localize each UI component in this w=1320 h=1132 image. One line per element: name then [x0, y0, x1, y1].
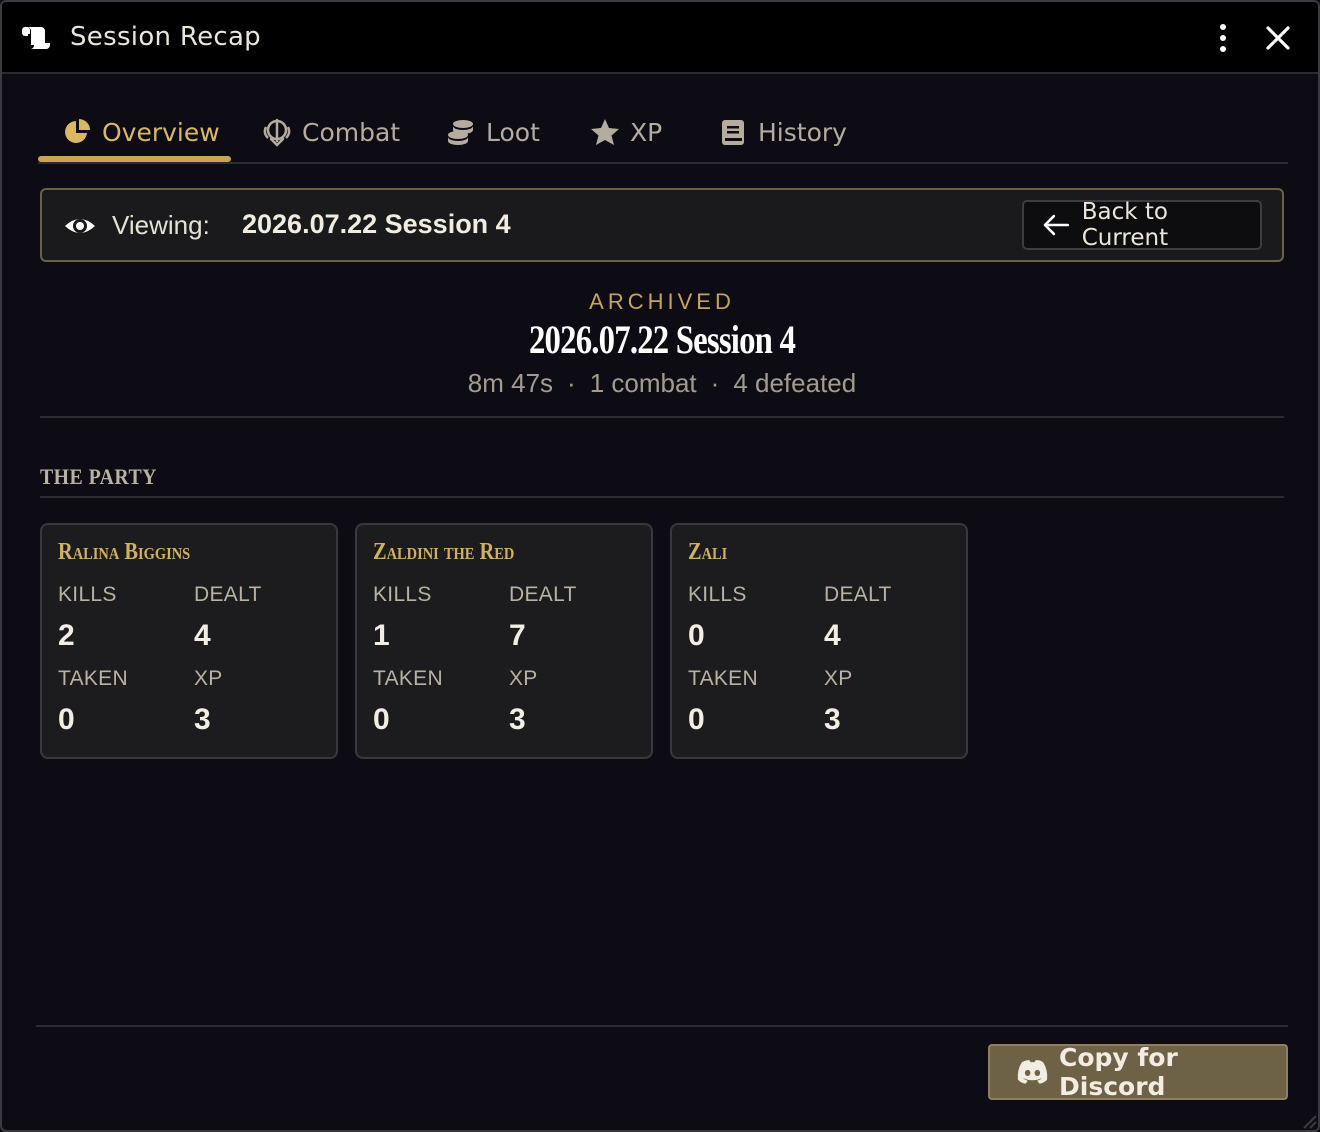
- xp-label: XP: [824, 667, 853, 690]
- taken-label: TAKEN: [373, 667, 443, 690]
- kills-label: KILLS: [688, 583, 747, 606]
- active-tab-indicator: [38, 156, 231, 162]
- tab-label: History: [758, 117, 847, 147]
- crossed-swords-icon: [263, 118, 291, 147]
- dealt-value: 4: [824, 619, 841, 652]
- party-member-card: Zaldini the Red KILLS DEALT 1 7 TAKEN XP…: [355, 523, 653, 759]
- session-duration: 8m 47s: [467, 368, 554, 398]
- copy-for-discord-label: Copy for Discord: [1059, 1043, 1178, 1101]
- tab-bar: Overview Combat Loot XP History: [38, 102, 1288, 164]
- eye-icon: [65, 219, 95, 233]
- arrow-left-icon: [1043, 214, 1070, 236]
- back-to-current-label: Back to Current: [1081, 199, 1169, 251]
- discord-icon: [1017, 1060, 1048, 1084]
- kills-value: 2: [58, 619, 75, 652]
- taken-value: 0: [58, 703, 75, 736]
- taken-label: TAKEN: [58, 667, 128, 690]
- divider: [40, 416, 1284, 418]
- xp-value: 3: [824, 703, 841, 736]
- close-icon[interactable]: [1262, 22, 1294, 54]
- party-heading: THE PARTY: [40, 464, 157, 489]
- coins-icon: [448, 120, 473, 145]
- title-bar: Session Recap: [2, 2, 1318, 74]
- kills-label: KILLS: [373, 583, 432, 606]
- taken-value: 0: [373, 703, 390, 736]
- kills-label: KILLS: [58, 583, 117, 606]
- back-to-current-button[interactable]: Back to Current: [1022, 199, 1262, 251]
- dealt-label: DEALT: [824, 583, 892, 606]
- copy-for-discord-button[interactable]: Copy for Discord: [988, 1043, 1288, 1101]
- session-combats: 1 combat: [589, 368, 697, 398]
- tab-overview[interactable]: Overview: [62, 102, 220, 162]
- tab-label: XP: [630, 117, 663, 147]
- tab-label: Combat: [302, 117, 401, 147]
- session-title: 2026.07.22 Session 4: [528, 317, 796, 362]
- tab-xp[interactable]: XP: [590, 102, 662, 162]
- scroll-icon: [22, 27, 50, 49]
- tab-label: Loot: [486, 117, 540, 147]
- taken-label: TAKEN: [688, 667, 758, 690]
- kills-value: 1: [373, 619, 390, 652]
- member-name: Zaldini the Red: [373, 539, 515, 565]
- viewing-session-name: 2026.07.22 Session 4: [242, 209, 511, 239]
- kills-value: 0: [688, 619, 705, 652]
- viewing-banner: Viewing: 2026.07.22 Session 4 Back to Cu…: [40, 188, 1284, 262]
- xp-label: XP: [509, 667, 538, 690]
- dealt-value: 4: [194, 619, 211, 652]
- session-meta: 8m 47s · 1 combat · 4 defeated: [2, 368, 1318, 399]
- tab-label: Overview: [102, 117, 220, 147]
- taken-value: 0: [688, 703, 705, 736]
- xp-value: 3: [194, 703, 211, 736]
- resize-grip-icon[interactable]: [1298, 1110, 1318, 1130]
- footer-divider: [36, 1025, 1288, 1027]
- session-defeated: 4 defeated: [733, 368, 857, 398]
- party-member-card: Zali KILLS DEALT 0 4 TAKEN XP 0 3: [670, 523, 968, 759]
- star-icon: [591, 119, 619, 145]
- window-title: Session Recap: [70, 22, 261, 52]
- dealt-value: 7: [509, 619, 526, 652]
- xp-label: XP: [194, 667, 223, 690]
- tab-combat[interactable]: Combat: [262, 102, 400, 162]
- dealt-label: DEALT: [509, 583, 577, 606]
- separator: ·: [567, 368, 576, 398]
- book-icon: [722, 120, 744, 145]
- tab-history[interactable]: History: [718, 102, 847, 162]
- pie-chart-icon: [65, 119, 90, 143]
- divider: [40, 496, 1284, 498]
- more-options-icon[interactable]: [1210, 22, 1236, 54]
- tab-loot[interactable]: Loot: [446, 102, 540, 162]
- session-status: ARCHIVED: [589, 289, 735, 314]
- party-member-card: Ralina Biggins KILLS DEALT 2 4 TAKEN XP …: [40, 523, 338, 759]
- member-name: Ralina Biggins: [58, 539, 191, 565]
- dealt-label: DEALT: [194, 583, 262, 606]
- member-name: Zali: [688, 539, 728, 565]
- session-recap-window: Session Recap Overview Combat Loot XP Hi…: [0, 0, 1320, 1132]
- xp-value: 3: [509, 703, 526, 736]
- viewing-label: Viewing:: [112, 210, 210, 240]
- separator: ·: [710, 368, 720, 398]
